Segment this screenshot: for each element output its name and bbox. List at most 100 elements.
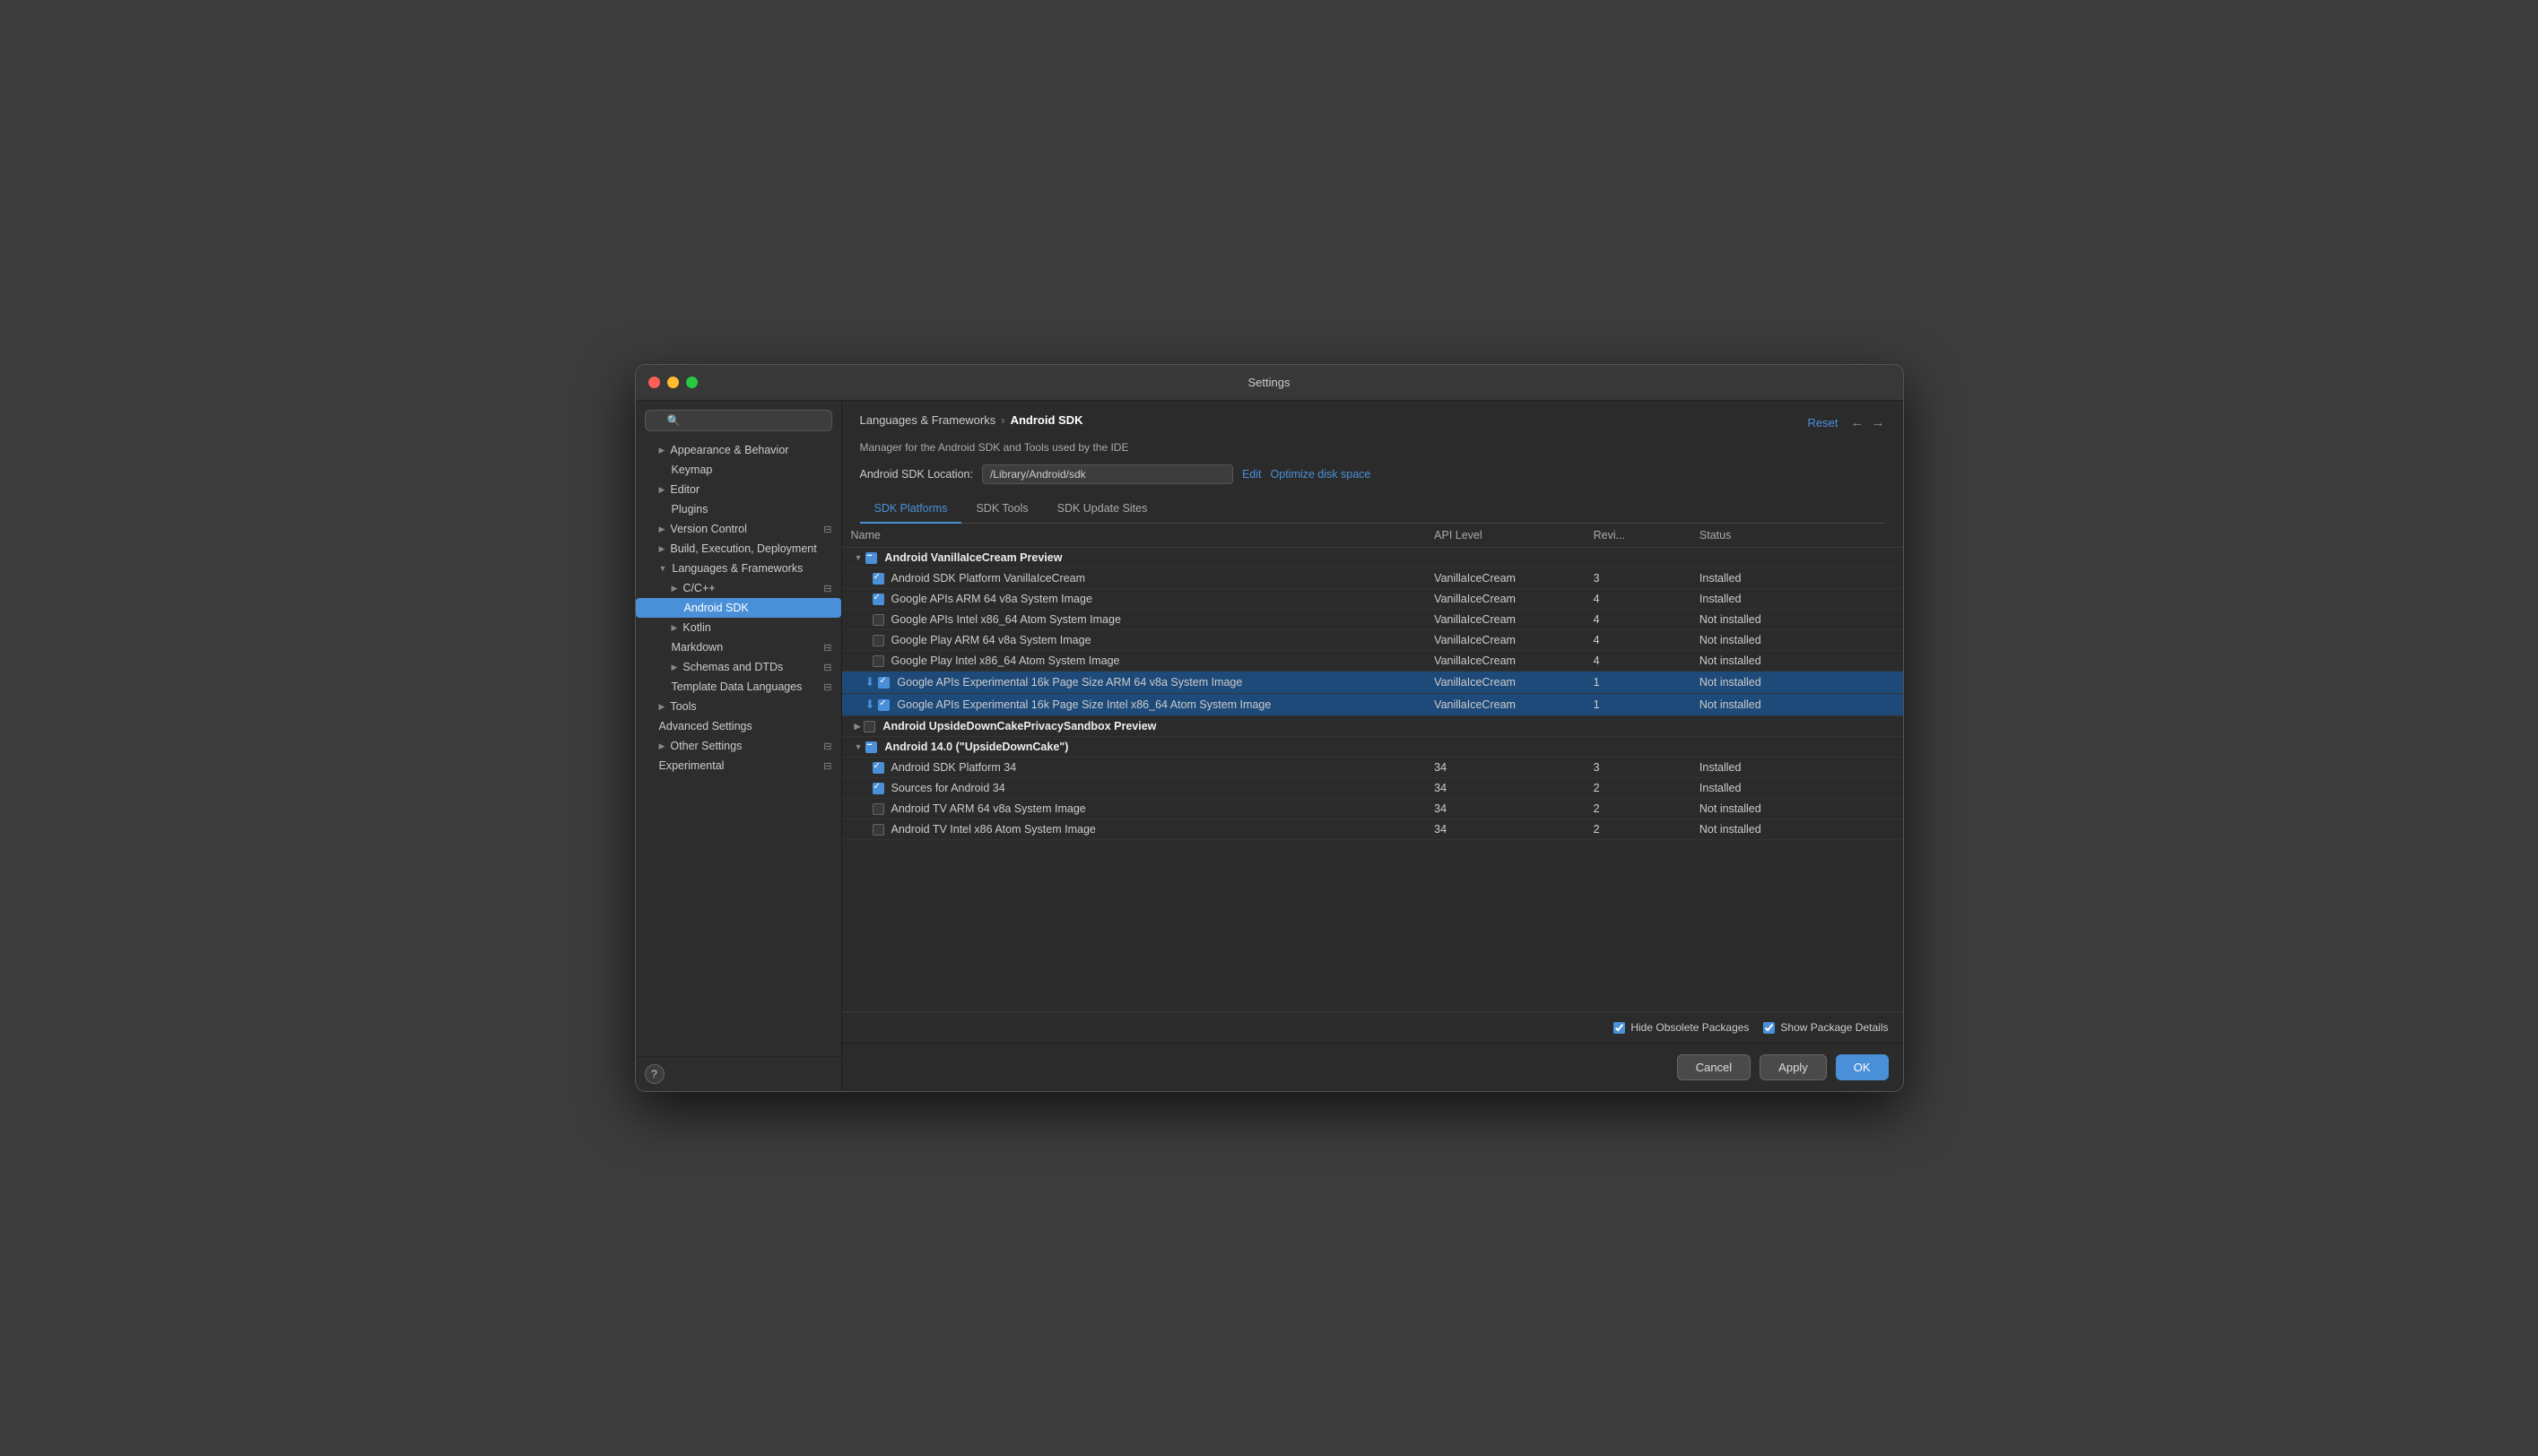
ok-button[interactable]: OK: [1836, 1054, 1889, 1080]
row-rev: 3: [1585, 758, 1691, 778]
page-icon: ⊟: [823, 662, 831, 673]
chevron-down-icon: ▼: [659, 564, 667, 573]
reset-button[interactable]: Reset: [1808, 416, 1838, 429]
cancel-button[interactable]: Cancel: [1677, 1054, 1751, 1080]
checkbox-checked[interactable]: [873, 762, 884, 774]
show-package-checkbox[interactable]: [1763, 1022, 1775, 1034]
sidebar-item-label: C/C++: [682, 582, 715, 594]
sdk-location-optimize[interactable]: Optimize disk space: [1271, 468, 1371, 481]
checkbox-unchecked[interactable]: [873, 803, 884, 815]
tab-sdk-tools[interactable]: SDK Tools: [961, 495, 1042, 524]
minimize-button[interactable]: [667, 377, 679, 388]
checkbox-unchecked[interactable]: [873, 635, 884, 646]
chevron-right-icon: ▶: [659, 741, 665, 751]
tab-sdk-platforms[interactable]: SDK Platforms: [860, 495, 962, 524]
row-status: [1691, 716, 1903, 737]
checkbox-checked[interactable]: [873, 594, 884, 605]
help-button[interactable]: ?: [645, 1064, 665, 1084]
show-package-option[interactable]: Show Package Details: [1763, 1021, 1888, 1034]
traffic-lights: [648, 377, 698, 388]
download-icon: ⬇: [865, 698, 875, 712]
sdk-location-input[interactable]: [982, 464, 1233, 484]
sidebar-item-advanced[interactable]: Advanced Settings: [636, 716, 841, 736]
hide-obsolete-option[interactable]: Hide Obsolete Packages: [1613, 1021, 1749, 1034]
table-row[interactable]: Google Play ARM 64 v8a System Image Vani…: [842, 630, 1903, 651]
sidebar-item-appearance[interactable]: ▶ Appearance & Behavior: [636, 440, 841, 460]
sidebar-item-version-control[interactable]: ▶ Version Control ⊟: [636, 519, 841, 539]
forward-arrow[interactable]: →: [1872, 415, 1885, 430]
table-row[interactable]: Android TV Intel x86 Atom System Image 3…: [842, 819, 1903, 840]
sidebar-item-cpp[interactable]: ▶ C/C++ ⊟: [636, 578, 841, 598]
table-row[interactable]: Google Play Intel x86_64 Atom System Ima…: [842, 651, 1903, 672]
sdk-location-label: Android SDK Location:: [860, 468, 973, 481]
table-row[interactable]: ⬇ Google APIs Experimental 16k Page Size…: [842, 672, 1903, 694]
breadcrumb: Languages & Frameworks › Android SDK: [860, 413, 1083, 427]
sidebar-item-label: Build, Execution, Deployment: [670, 542, 816, 555]
checkbox-checked[interactable]: [873, 573, 884, 585]
col-header-rev: Revi...: [1585, 524, 1691, 548]
apply-button[interactable]: Apply: [1760, 1054, 1827, 1080]
sdk-location-edit[interactable]: Edit: [1242, 468, 1262, 481]
sidebar-item-tools[interactable]: ▶ Tools: [636, 697, 841, 716]
sidebar-item-other[interactable]: ▶ Other Settings ⊟: [636, 736, 841, 756]
sdk-table: Name API Level Revi... Status ▼: [842, 524, 1903, 840]
checkbox-unchecked[interactable]: [873, 824, 884, 836]
row-name: Android SDK Platform VanillaIceCream: [891, 572, 1086, 585]
table-row[interactable]: Android SDK Platform VanillaIceCream Van…: [842, 568, 1903, 589]
row-rev: 2: [1585, 778, 1691, 799]
sidebar-item-languages[interactable]: ▼ Languages & Frameworks: [636, 559, 841, 578]
sidebar-item-markdown[interactable]: Markdown ⊟: [636, 637, 841, 657]
checkbox-unchecked[interactable]: [873, 614, 884, 626]
hide-obsolete-checkbox[interactable]: [1613, 1022, 1625, 1034]
breadcrumb-current: Android SDK: [1011, 413, 1083, 427]
sidebar-item-schemas[interactable]: ▶ Schemas and DTDs ⊟: [636, 657, 841, 677]
row-api: VanillaIceCream: [1425, 651, 1584, 672]
sidebar-item-plugins[interactable]: Plugins: [636, 499, 841, 519]
table-row[interactable]: Android SDK Platform 34 34 3 Installed: [842, 758, 1903, 778]
sidebar-item-editor[interactable]: ▶ Editor: [636, 480, 841, 499]
checkbox-mixed[interactable]: [865, 552, 877, 564]
row-rev: 4: [1585, 630, 1691, 651]
table-row[interactable]: Android TV ARM 64 v8a System Image 34 2 …: [842, 799, 1903, 819]
sidebar-item-experimental[interactable]: Experimental ⊟: [636, 756, 841, 776]
sidebar-item-build[interactable]: ▶ Build, Execution, Deployment: [636, 539, 841, 559]
breadcrumb-parent[interactable]: Languages & Frameworks: [860, 413, 996, 427]
row-rev: [1585, 737, 1691, 758]
page-icon: ⊟: [823, 642, 831, 654]
expand-icon: ▼: [855, 742, 863, 751]
table-row[interactable]: Google APIs ARM 64 v8a System Image Vani…: [842, 589, 1903, 610]
table-row[interactable]: Sources for Android 34 34 2 Installed: [842, 778, 1903, 799]
table-row[interactable]: ▶ Android UpsideDownCakePrivacySandbox P…: [842, 716, 1903, 737]
sidebar-item-label: Template Data Languages: [672, 680, 803, 693]
checkbox-mixed[interactable]: [865, 741, 877, 753]
table-row[interactable]: Google APIs Intel x86_64 Atom System Ima…: [842, 610, 1903, 630]
checkbox-checked[interactable]: [878, 677, 890, 689]
download-icon: ⬇: [865, 675, 875, 689]
row-status: Installed: [1691, 589, 1903, 610]
table-row[interactable]: ▼ Android 14.0 ("UpsideDownCake"): [842, 737, 1903, 758]
row-status: Not installed: [1691, 672, 1903, 694]
table-row[interactable]: ▼ Android VanillaIceCream Preview: [842, 548, 1903, 568]
sidebar-item-android-sdk[interactable]: Android SDK: [636, 598, 841, 618]
table-header-row: Name API Level Revi... Status: [842, 524, 1903, 548]
search-input[interactable]: [645, 410, 832, 431]
sidebar-item-template[interactable]: Template Data Languages ⊟: [636, 677, 841, 697]
checkbox-unchecked[interactable]: [864, 721, 875, 732]
checkbox-checked[interactable]: [878, 699, 890, 711]
chevron-right-icon: ▶: [672, 623, 678, 633]
row-name: Android SDK Platform 34: [891, 761, 1017, 774]
sidebar-item-kotlin[interactable]: ▶ Kotlin: [636, 618, 841, 637]
maximize-button[interactable]: [686, 377, 698, 388]
back-arrow[interactable]: ←: [1851, 415, 1864, 430]
sidebar-item-keymap[interactable]: Keymap: [636, 460, 841, 480]
row-rev: 1: [1585, 672, 1691, 694]
tab-sdk-update-sites[interactable]: SDK Update Sites: [1043, 495, 1162, 524]
sidebar-footer: ?: [636, 1056, 841, 1091]
row-api: VanillaIceCream: [1425, 630, 1584, 651]
table-row[interactable]: ⬇ Google APIs Experimental 16k Page Size…: [842, 694, 1903, 716]
close-button[interactable]: [648, 377, 660, 388]
checkbox-unchecked[interactable]: [873, 655, 884, 667]
checkbox-checked[interactable]: [873, 783, 884, 794]
row-api: VanillaIceCream: [1425, 672, 1584, 694]
sdk-location-row: Android SDK Location: Edit Optimize disk…: [860, 464, 1885, 484]
